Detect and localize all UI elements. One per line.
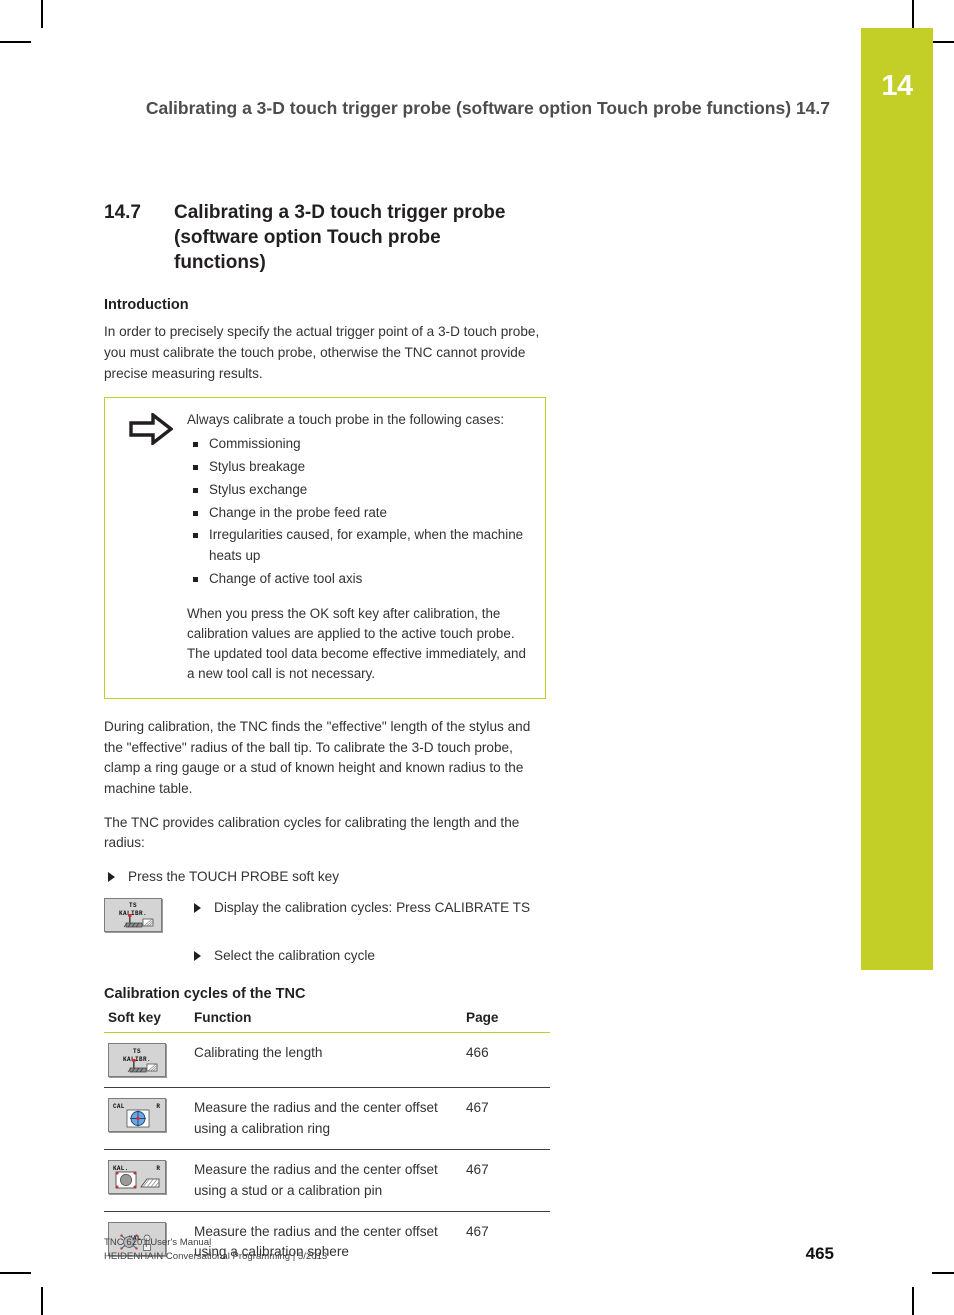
chapter-number: 14 [881,70,913,102]
table-heading: Calibration cycles of the TNC [104,986,306,1003]
introduction-heading: Introduction [104,297,189,314]
triangle-bullet-icon [108,872,115,883]
page-number: 465 [805,1243,834,1263]
step-display-calibration-cycles: Display the calibration cycles: Press CA… [190,898,552,919]
list-item: Change in the probe feed rate [187,503,535,524]
list-item: Commissioning [187,434,535,455]
crop-mark-top-right-horizontal [932,41,954,43]
step-label: Press the TOUCH PROBE soft key [128,869,340,885]
body-paragraph-2: The TNC provides calibration cycles for … [104,814,520,851]
crop-mark-bottom-left-vertical [41,1287,43,1315]
crop-mark-top-right-vertical [912,0,914,28]
table-cell-softkey: CAL R [104,1087,194,1151]
note-bullet-list: Commissioning Stylus breakage Stylus exc… [187,434,535,589]
crop-mark-bottom-right-horizontal [932,1272,954,1274]
footer-line-2: HEIDENHAIN Conversational Programming | … [104,1250,328,1262]
manual-page: 14 Calibrating a 3-D touch trigger probe… [0,0,954,1315]
list-item: Stylus exchange [187,480,535,501]
calibrate-length-icon [127,1059,158,1073]
table-cell-softkey: TS KALIBR. [104,1032,194,1089]
calibrate-length-icon [123,913,154,928]
column-header-function: Function [194,1010,466,1034]
section-number: 14.7 [104,202,141,223]
step-display-cycles-cell: Display the calibration cycles: Press CA… [190,898,552,919]
footer-imprint: TNC 620 | User's Manual HEIDENHAIN Conve… [104,1236,327,1264]
softkey-calibrate-stud[interactable]: KAL. R [108,1160,166,1195]
section-heading: 14.7 Calibrating a 3-D touch trigger pro… [104,200,552,275]
list-item: Change of active tool axis [187,569,535,590]
right-arrow-icon [115,410,187,446]
triangle-bullet-icon [194,902,201,913]
calibration-stud-icon [115,1171,160,1189]
page-footer: TNC 620 | User's Manual HEIDENHAIN Conve… [104,1236,834,1264]
crop-mark-top-left-vertical [41,0,43,28]
table-row: KAL. R Measure the radius and the center… [104,1149,550,1212]
softkey-step-row: TS KALIBR. Display the calibration cycle… [104,897,552,932]
page-title: Calibrating a 3-D touch trigger probe (s… [174,202,506,274]
softkey-calibrate-ring[interactable]: CAL R [108,1098,166,1133]
running-head-title: Calibrating a 3-D touch trigger probe (s… [145,98,792,118]
calibration-cycles-table: Soft key Function Page TS KALIBR. Calibr… [104,1010,550,1272]
running-head: Calibrating a 3-D touch trigger probe (s… [120,96,830,121]
column-header-softkey: Soft key [104,1010,194,1034]
table-cell-page: 466 [466,1032,550,1089]
crop-mark-bottom-left-horizontal [0,1272,31,1274]
list-item: Irregularities caused, for example, when… [187,525,535,567]
softkey-calibrate-ts[interactable]: TS KALIBR. [104,897,162,932]
softkey-calibrate-length[interactable]: TS KALIBR. [108,1043,166,1078]
inline-softkey-cell: TS KALIBR. [104,897,190,932]
body-paragraph-1: During calibration, the TNC finds the "e… [104,719,531,797]
running-head-section: 14.7 [795,98,830,118]
table-cell-function: Measure the radius and the center offset… [194,1149,466,1212]
note-lead-text: Always calibrate a touch probe in the fo… [187,412,505,428]
table-cell-page: 467 [466,1149,550,1212]
table-cell-softkey: KAL. R [104,1149,194,1212]
note-tail-text: When you press the OK soft key after cal… [187,605,526,681]
softkey-line1: TS [128,901,137,909]
step-press-touch-probe: Press the TOUCH PROBE soft key [104,867,552,888]
crop-mark-top-left-horizontal [0,41,31,43]
table-header-row: Soft key Function Page [104,1010,550,1034]
chapter-thumb-tab: 14 [861,28,933,970]
list-item: Stylus breakage [187,457,535,478]
step-select-calibration-cycle: Select the calibration cycle [190,946,542,967]
introduction-paragraph: In order to precisely specify the actual… [104,324,540,381]
step-label: Display the calibration cycles: Press CA… [214,899,531,915]
step-label: Select the calibration cycle [214,947,375,963]
note-box: Always calibrate a touch probe in the fo… [104,397,546,700]
footer-line-1: TNC 620 | User's Manual [104,1237,212,1248]
table-row: CAL R Measure the radius and the center … [104,1087,550,1151]
content-column: 14.7 Calibrating a 3-D touch trigger pro… [104,200,552,1273]
calibration-ring-icon [126,1110,150,1128]
table-cell-page: 467 [466,1087,550,1151]
note-box-body: Always calibrate a touch probe in the fo… [187,410,535,684]
triangle-bullet-icon [194,950,201,961]
table-row: TS KALIBR. Calibrating the length 466 [104,1032,550,1089]
table-cell-function: Calibrating the length [194,1032,466,1089]
column-header-page: Page [466,1010,550,1034]
table-cell-function: Measure the radius and the center offset… [194,1087,466,1151]
crop-mark-bottom-right-vertical [912,1287,914,1315]
